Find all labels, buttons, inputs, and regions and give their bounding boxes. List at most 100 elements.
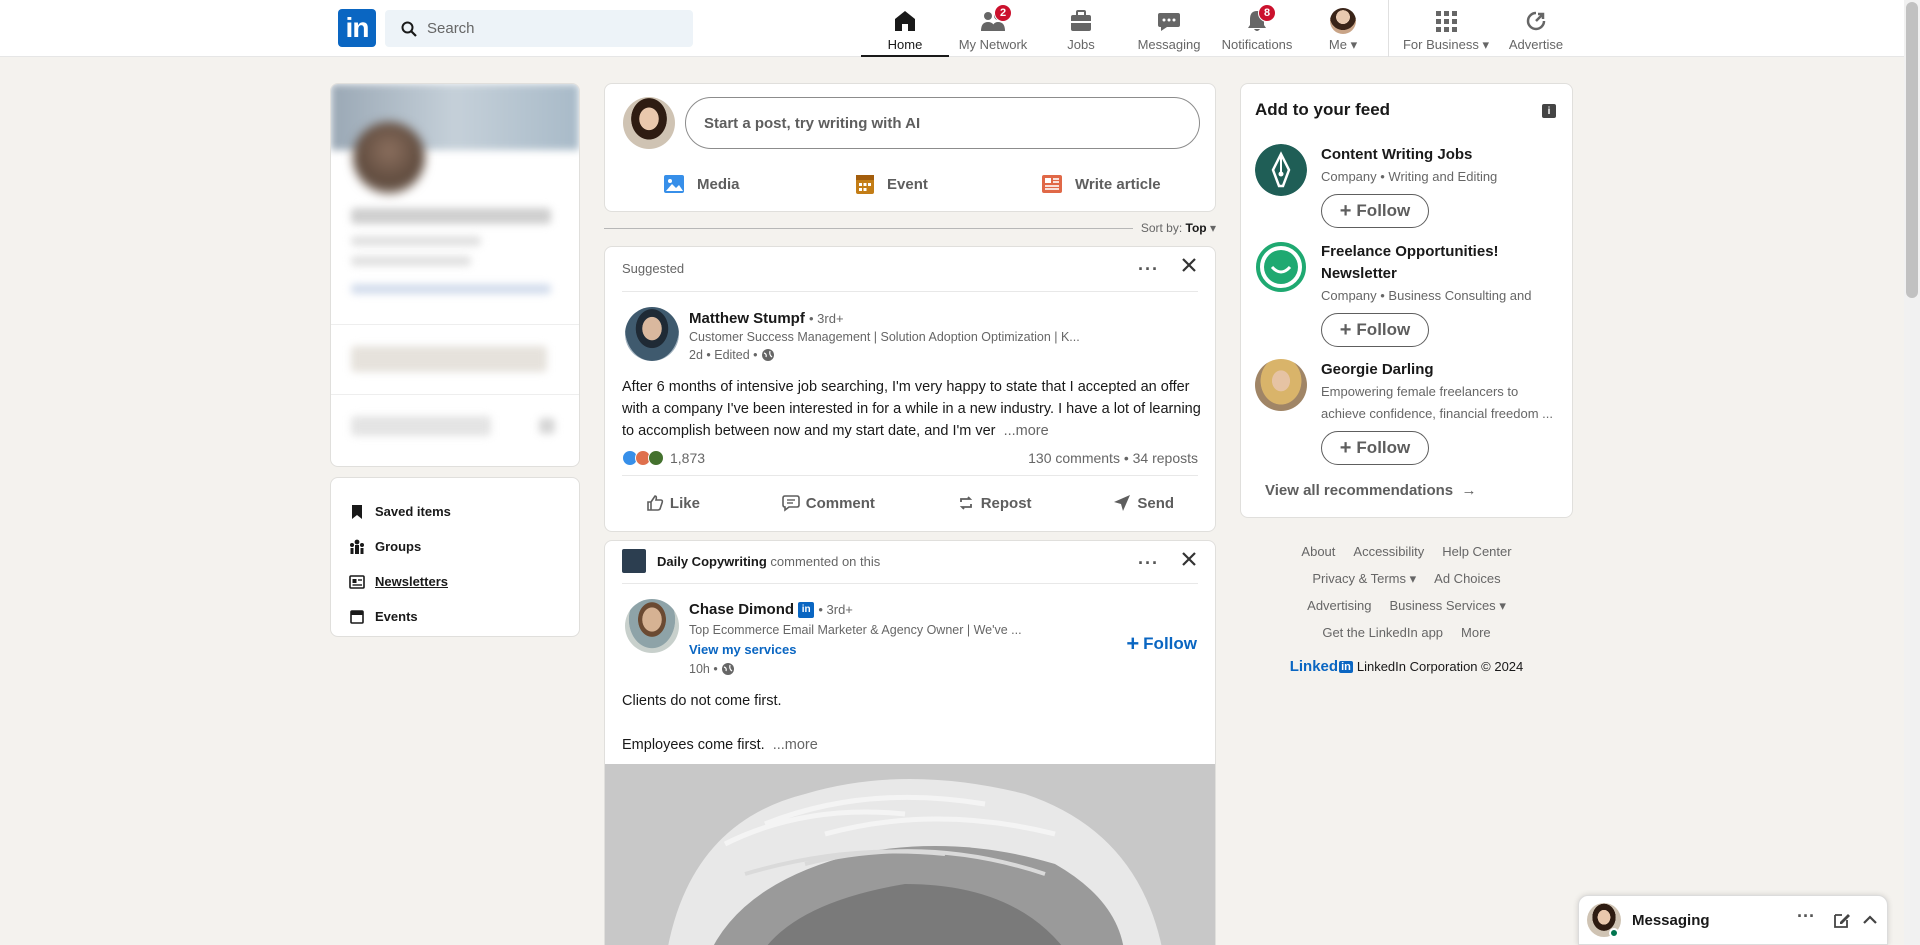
person-avatar[interactable]	[1255, 359, 1307, 411]
share-article-button[interactable]: Write article	[1041, 166, 1161, 202]
globe-icon	[722, 663, 735, 675]
scrollbar-thumb[interactable]	[1906, 2, 1918, 298]
shortcut-events[interactable]: Events	[349, 599, 561, 634]
search-input[interactable]	[427, 20, 677, 37]
follow-button[interactable]: + Follow	[1126, 631, 1197, 657]
follow-button[interactable]: + Follow	[1321, 313, 1429, 347]
plus-icon: +	[1339, 199, 1352, 222]
newsletter-icon	[349, 574, 365, 589]
more-options-icon[interactable]: ···	[1797, 906, 1815, 927]
send-button[interactable]: Send	[1113, 494, 1174, 512]
messaging-bar[interactable]: Messaging ···	[1578, 895, 1888, 945]
see-more-link[interactable]: ...more	[773, 737, 818, 753]
compose-icon[interactable]	[1833, 911, 1851, 929]
rec-description: Empowering female freelancers to achieve…	[1321, 384, 1553, 421]
company-logo[interactable]	[1255, 241, 1307, 293]
nav-for-business[interactable]: For Business ▾	[1396, 0, 1496, 56]
shortcut-newsletters[interactable]: Newsletters	[349, 564, 561, 599]
comment-button[interactable]: Comment	[781, 494, 875, 512]
comment-icon	[781, 495, 800, 512]
more-options-icon[interactable]: ···	[1138, 259, 1159, 280]
nav-my-network[interactable]: 2 My Network	[949, 0, 1037, 56]
share-event-button[interactable]: Event	[855, 166, 928, 202]
more-options-icon[interactable]: ···	[1138, 553, 1159, 574]
post-meta-text: 2d • Edited •	[689, 348, 758, 362]
shortcut-saved-items[interactable]: Saved items	[349, 494, 561, 529]
footer-copyright: Linked in LinkedIn Corporation © 2024	[1240, 658, 1573, 675]
author-name[interactable]: Matthew Stumpf • 3rd+	[689, 310, 844, 327]
footer-link[interactable]: Help Center	[1442, 544, 1511, 559]
add-to-feed-card: Add to your feed i Content Writing Jobs …	[1240, 83, 1573, 518]
nav-home[interactable]: Home	[861, 0, 949, 57]
shortcut-groups[interactable]: Groups	[349, 529, 561, 564]
share-action-label: Event	[887, 175, 928, 193]
comments-reposts-count[interactable]: 130 comments • 34 reposts	[1028, 450, 1198, 466]
post-meta: 10h •	[689, 662, 735, 676]
rec-name[interactable]: Content Writing Jobs	[1321, 144, 1556, 166]
groups-icon	[350, 539, 364, 554]
nav-label: Jobs	[1067, 37, 1095, 52]
linkedin-badge-icon: in	[798, 601, 815, 618]
repost-button[interactable]: Repost	[957, 494, 1032, 512]
divider	[622, 583, 1198, 584]
author-avatar[interactable]	[625, 599, 679, 653]
rec-name[interactable]: Georgie Darling	[1321, 359, 1556, 381]
nav-me[interactable]: Me ▾	[1301, 0, 1385, 56]
follow-label: Follow	[1356, 438, 1411, 457]
info-icon[interactable]: i	[1542, 104, 1556, 118]
post-text: After 6 months of intensive job searchin…	[622, 376, 1202, 442]
follow-button[interactable]: + Follow	[1321, 431, 1429, 465]
post-image[interactable]	[605, 764, 1215, 945]
view-all-recommendations-link[interactable]: View all recommendations →	[1265, 482, 1476, 499]
profile-card[interactable]	[330, 83, 580, 467]
wordmark-box: in	[1339, 660, 1353, 673]
footer-link[interactable]: More	[1461, 625, 1491, 640]
reaction-count: 1,873	[670, 450, 706, 466]
avatar	[1330, 8, 1356, 34]
rec-name[interactable]: Freelance Opportunities! Newsletter	[1321, 241, 1556, 285]
linkedin-logo[interactable]: in	[338, 9, 376, 47]
divider	[622, 475, 1198, 476]
like-button[interactable]: Like	[646, 494, 700, 512]
nav-label: Messaging	[1137, 37, 1201, 52]
linkedin-wordmark: Linked in	[1290, 658, 1353, 675]
close-icon[interactable]	[1181, 257, 1197, 273]
page-scrollbar[interactable]	[1904, 0, 1920, 945]
footer-link[interactable]: Business Services ▾	[1389, 598, 1505, 614]
follow-button[interactable]: + Follow	[1321, 194, 1429, 228]
reactions-summary[interactable]: 1,873	[622, 450, 705, 466]
nav-jobs[interactable]: Jobs	[1037, 0, 1125, 56]
nav-advertise[interactable]: Advertise	[1496, 0, 1576, 56]
author-avatar[interactable]	[625, 307, 679, 361]
connection-degree: • 3rd+	[818, 602, 853, 617]
search-bar[interactable]	[385, 10, 693, 47]
view-services-link[interactable]: View my services	[689, 642, 796, 657]
repost-icon	[959, 496, 972, 510]
sort-dropdown[interactable]: Sort by: Top ▾	[1141, 221, 1216, 235]
author-headline: Top Ecommerce Email Marketer & Agency Ow…	[689, 623, 1022, 637]
divider	[331, 394, 579, 395]
close-icon[interactable]	[1181, 551, 1197, 567]
company-logo[interactable]	[622, 549, 646, 573]
chevron-up-icon[interactable]	[1861, 911, 1879, 929]
footer-link[interactable]: Advertising	[1307, 598, 1371, 613]
avatar[interactable]	[623, 97, 675, 149]
author-name[interactable]: Chase Dimond in • 3rd+	[689, 601, 853, 618]
footer-link[interactable]: Get the LinkedIn app	[1322, 625, 1443, 640]
connection-degree: • 3rd+	[809, 311, 844, 326]
see-more-link[interactable]: ...more	[1004, 423, 1049, 439]
nav-messaging[interactable]: Messaging	[1125, 0, 1213, 56]
footer-link[interactable]: Ad Choices	[1434, 571, 1500, 586]
company-logo[interactable]	[1255, 144, 1307, 196]
author-headline: Customer Success Management | Solution A…	[689, 330, 1080, 344]
footer-link[interactable]: About	[1301, 544, 1335, 559]
nav-divider	[1388, 0, 1389, 57]
nav-notifications[interactable]: 8 Notifications	[1213, 0, 1301, 56]
context-actor[interactable]: Daily Copywriting	[657, 554, 767, 569]
start-post-button[interactable]: Start a post, try writing with AI	[685, 97, 1200, 149]
share-media-button[interactable]: Media	[663, 166, 740, 202]
footer-link[interactable]: Accessibility	[1353, 544, 1424, 559]
footer-link[interactable]: Privacy & Terms ▾	[1312, 571, 1416, 587]
celebrate-reaction-icon	[648, 450, 664, 466]
shortcut-label: Newsletters	[375, 574, 448, 589]
